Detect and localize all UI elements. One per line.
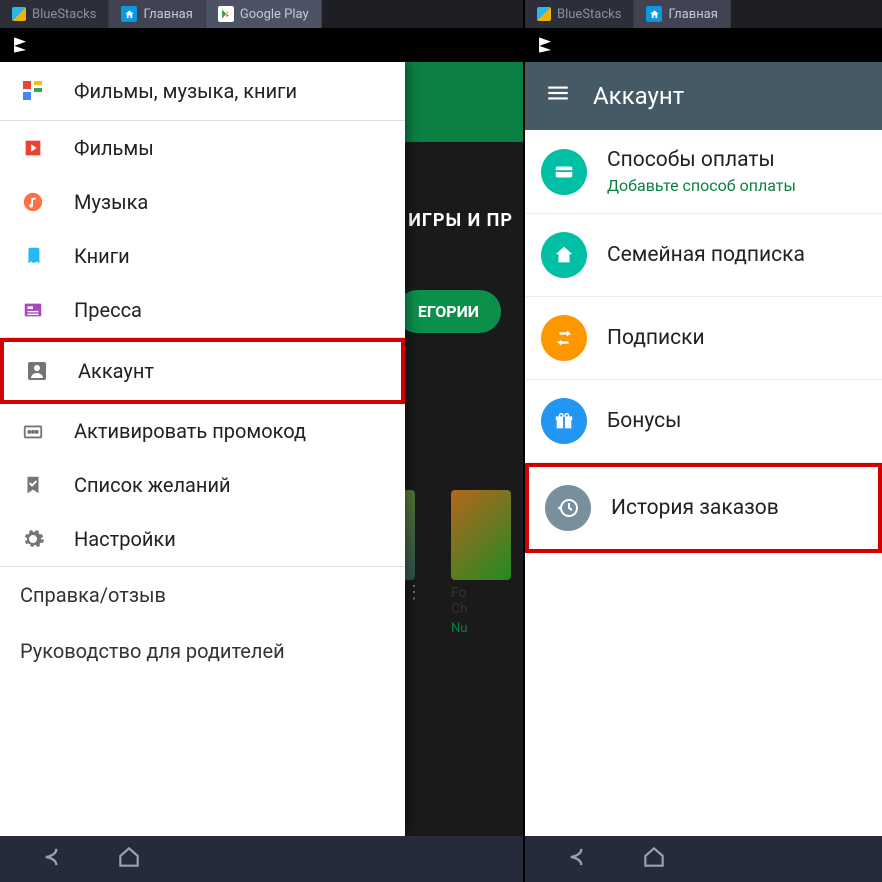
back-icon[interactable] bbox=[565, 843, 593, 875]
bluestacks-icon bbox=[12, 7, 26, 21]
account-item-label: Подписки bbox=[607, 326, 705, 350]
home-icon bbox=[121, 6, 137, 22]
history-icon bbox=[545, 485, 591, 531]
drawer-label: Книги bbox=[74, 244, 130, 268]
tab-google-play[interactable]: Google Play bbox=[206, 0, 322, 28]
app-sub-frag: Ch bbox=[451, 601, 511, 617]
account-icon bbox=[24, 358, 50, 384]
account-item-label: Бонусы bbox=[607, 409, 681, 433]
bluestacks-bar bbox=[525, 28, 882, 62]
tab-home[interactable]: Главная bbox=[109, 0, 205, 28]
android-navbar-right bbox=[525, 836, 882, 882]
home-nav-icon[interactable] bbox=[116, 844, 142, 874]
app-card[interactable]: Fo Ch Nu bbox=[451, 490, 511, 655]
bluestacks-logo-icon bbox=[10, 35, 30, 55]
tab-label: Главная bbox=[668, 7, 717, 22]
drawer-label: Справка/отзыв bbox=[20, 583, 166, 607]
book-icon bbox=[20, 243, 46, 269]
apps-icon bbox=[20, 78, 46, 104]
tab-bluestacks[interactable]: BlueStacks bbox=[0, 0, 109, 28]
bluestacks-bar bbox=[0, 28, 523, 62]
music-icon bbox=[20, 189, 46, 215]
home-icon bbox=[541, 232, 587, 278]
account-list: Способы оплаты Добавьте способ оплаты Се… bbox=[525, 130, 882, 882]
bluestacks-icon bbox=[537, 7, 551, 21]
play-store-icon bbox=[218, 6, 234, 22]
account-item-label: Способы оплаты bbox=[607, 148, 796, 172]
gear-icon bbox=[20, 526, 46, 552]
tab-label: Главная bbox=[143, 7, 192, 22]
account-header: Аккаунт bbox=[525, 62, 882, 130]
loop-icon bbox=[541, 315, 587, 361]
drawer-label: Руководство для родителей bbox=[20, 639, 285, 663]
drawer-item-books[interactable]: Книги bbox=[0, 229, 405, 283]
film-icon bbox=[20, 135, 46, 161]
drawer-footer-parent-guide[interactable]: Руководство для родителей bbox=[0, 623, 405, 679]
drawer-item-settings[interactable]: Настройки bbox=[0, 512, 405, 566]
home-icon bbox=[646, 6, 662, 22]
drawer-item-movies[interactable]: Фильмы bbox=[0, 121, 405, 175]
home-nav-icon[interactable] bbox=[641, 844, 667, 874]
account-item-text: Способы оплаты Добавьте способ оплаты bbox=[607, 148, 796, 195]
news-icon bbox=[20, 297, 46, 323]
card-icon bbox=[541, 149, 587, 195]
account-item-subscriptions[interactable]: Подписки bbox=[525, 297, 882, 380]
wishlist-icon bbox=[20, 472, 46, 498]
drawer-item-account[interactable]: Аккаунт bbox=[0, 338, 405, 404]
hamburger-icon[interactable] bbox=[545, 80, 571, 112]
tab-label: BlueStacks bbox=[557, 7, 621, 22]
app-thumb bbox=[451, 490, 511, 580]
drawer-item-music[interactable]: Музыка bbox=[0, 175, 405, 229]
more-icon[interactable]: ⋮ bbox=[405, 582, 423, 603]
drawer-item-wishlist[interactable]: Список желаний bbox=[0, 458, 405, 512]
account-item-payment[interactable]: Способы оплаты Добавьте способ оплаты bbox=[525, 130, 882, 214]
drawer-item-press[interactable]: Пресса bbox=[0, 283, 405, 337]
left-pane: BlueStacks Главная Google Play ИГРЫ И ПР… bbox=[0, 0, 525, 882]
account-item-sub: Добавьте способ оплаты bbox=[607, 176, 796, 195]
drawer-label: Фильмы, музыка, книги bbox=[74, 79, 297, 103]
drawer-label: Настройки bbox=[74, 527, 176, 551]
account-item-label: История заказов bbox=[611, 496, 779, 520]
account-item-order-history[interactable]: История заказов bbox=[525, 463, 882, 553]
gift-icon bbox=[541, 398, 587, 444]
navigation-drawer: Фильмы, музыка, книги Фильмы Музыка Книг… bbox=[0, 62, 405, 836]
backdrop-chip[interactable]: ЕГОРИИ bbox=[396, 290, 501, 333]
drawer-footer-help[interactable]: Справка/отзыв bbox=[0, 567, 405, 623]
tab-bluestacks[interactable]: BlueStacks bbox=[525, 0, 634, 28]
right-pane: BlueStacks Главная Аккаунт Способы оплат… bbox=[525, 0, 882, 882]
drawer-item-promo[interactable]: Активировать промокод bbox=[0, 404, 405, 458]
tab-label: BlueStacks bbox=[32, 7, 96, 22]
tab-home[interactable]: Главная bbox=[634, 0, 730, 28]
tabstrip-right: BlueStacks Главная bbox=[525, 0, 882, 28]
tab-label: Google Play bbox=[240, 7, 309, 22]
drawer-label: Аккаунт bbox=[78, 359, 154, 383]
drawer-label: Музыка bbox=[74, 190, 148, 214]
drawer-label: Список желаний bbox=[74, 473, 231, 497]
back-icon[interactable] bbox=[40, 843, 68, 875]
app-title-frag: Fo bbox=[451, 586, 511, 601]
bluestacks-logo-icon bbox=[535, 35, 555, 55]
account-item-label: Семейная подписка bbox=[607, 243, 805, 267]
tabstrip-left: BlueStacks Главная Google Play bbox=[0, 0, 523, 28]
app-price-frag: Nu bbox=[451, 621, 511, 636]
drawer-label: Фильмы bbox=[74, 136, 154, 160]
drawer-label: Пресса bbox=[74, 298, 142, 322]
android-navbar-left bbox=[0, 836, 523, 882]
promo-icon bbox=[20, 418, 46, 444]
backdrop-headline: ИГРЫ И ПР bbox=[408, 210, 513, 231]
drawer-label: Активировать промокод bbox=[74, 419, 306, 443]
account-title: Аккаунт bbox=[593, 82, 684, 110]
account-item-rewards[interactable]: Бонусы bbox=[525, 380, 882, 463]
account-item-family[interactable]: Семейная подписка bbox=[525, 214, 882, 297]
drawer-item-media[interactable]: Фильмы, музыка, книги bbox=[0, 62, 405, 120]
